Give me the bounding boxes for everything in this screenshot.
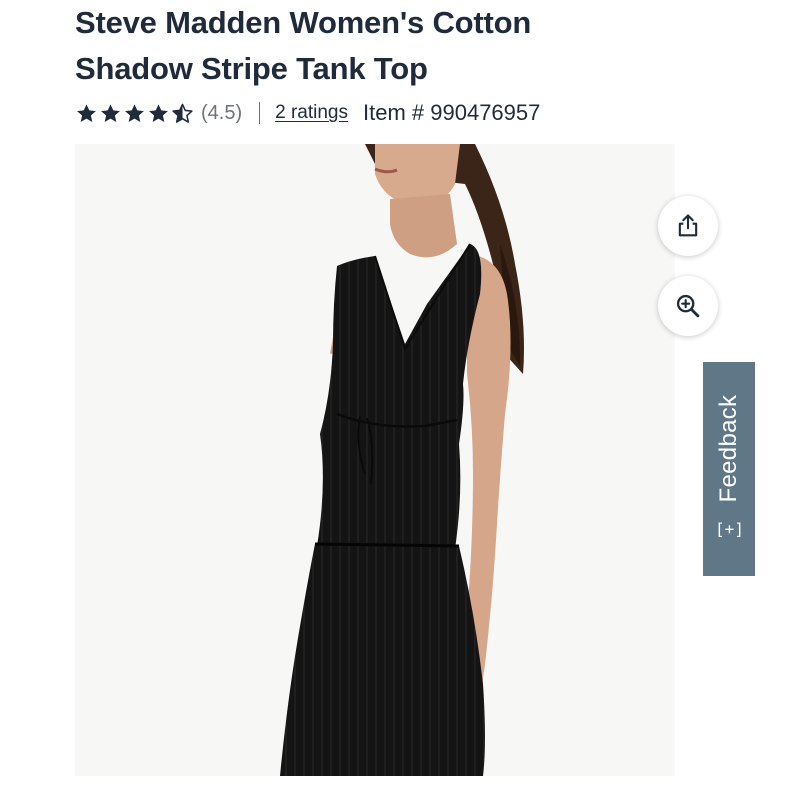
star-icon bbox=[77, 103, 96, 122]
product-photo bbox=[280, 144, 524, 776]
feedback-tab[interactable]: [+] Feedback bbox=[703, 362, 755, 576]
star-icon bbox=[101, 103, 120, 122]
share-icon bbox=[678, 214, 698, 237]
zoom-button[interactable] bbox=[658, 276, 718, 336]
star-rating[interactable]: (4.5) bbox=[75, 102, 242, 125]
rating-score: (4.5) bbox=[201, 101, 243, 124]
half-star-icon bbox=[172, 103, 193, 123]
product-title: Steve Madden Women's Cotton Shadow Strip… bbox=[75, 0, 675, 92]
ratings-count-link[interactable]: 2 ratings bbox=[275, 102, 348, 124]
rating-divider bbox=[259, 102, 261, 124]
share-button[interactable] bbox=[658, 196, 718, 256]
feedback-label: Feedback bbox=[715, 394, 742, 503]
feedback-plus-icon: [+] bbox=[714, 519, 744, 539]
product-image[interactable] bbox=[75, 144, 675, 776]
product-title-line2: Shadow Stripe Tank Top bbox=[75, 51, 428, 86]
rating-row: (4.5) 2 ratings Item # 990476957 bbox=[75, 96, 540, 130]
item-number: Item # 990476957 bbox=[363, 100, 541, 125]
star-icon bbox=[149, 103, 168, 122]
product-title-line1: Steve Madden Women's Cotton bbox=[75, 5, 532, 40]
zoom-in-icon bbox=[676, 294, 700, 318]
star-icon bbox=[125, 103, 144, 122]
